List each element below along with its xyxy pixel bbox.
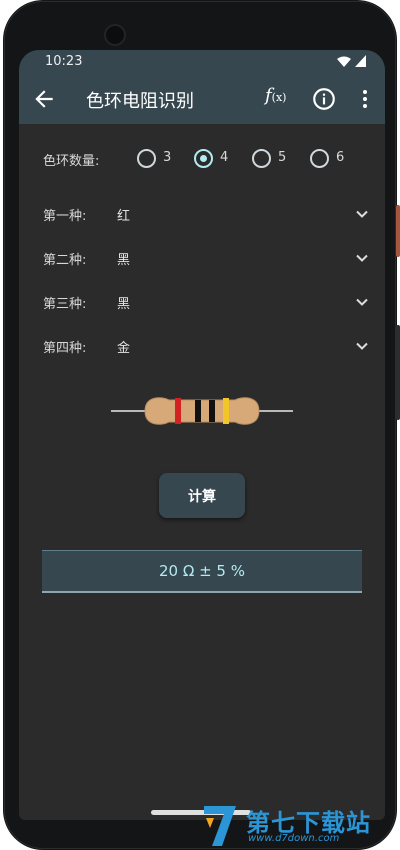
formula-icon-x: (x) [271,91,287,104]
result-text: 20 Ω ± 5 % [159,562,245,580]
resistor-band-2 [195,400,201,422]
screen: 10:23 色环电阻识别 f(x) 色环数量: 3 4 5 6 第一种: 红 第… [19,50,385,820]
result-box: 20 Ω ± 5 % [42,550,362,593]
radio-circle[interactable] [137,149,156,168]
app-bar: 10:23 色环电阻识别 f(x) [19,50,385,124]
band-count-row: 色环数量: 3 4 5 6 [43,148,375,170]
radio-circle[interactable] [252,149,271,168]
band-count-label: 色环数量: [43,154,100,169]
resistor-illustration [111,397,293,425]
resistor-band-1 [175,398,181,424]
volume-button [396,325,400,420]
band-2-label: 第二种: [43,253,87,268]
band-4-label: 第四种: [43,341,87,356]
resistor-band-3 [209,400,215,422]
band-2-value: 黑 [117,253,131,268]
band-1-dropdown[interactable]: 第一种: 红 [43,202,371,226]
chevron-down-icon[interactable] [355,251,369,265]
phone-frame: 10:23 色环电阻识别 f(x) 色环数量: 3 4 5 6 第一种: 红 第… [3,0,400,850]
watermark-logo [204,806,236,846]
band-4-value: 金 [117,341,131,356]
formula-icon-f: f [265,85,272,106]
info-icon[interactable] [311,86,337,112]
band-1-value: 红 [117,209,131,224]
band-3-dropdown[interactable]: 第三种: 黑 [43,290,371,314]
radio-label: 5 [278,150,287,165]
watermark-url: www.d7down.com [248,833,340,844]
radio-label: 3 [163,150,172,165]
page-title: 色环电阻识别 [86,91,194,112]
resistor-body [144,397,260,425]
radio-label: 4 [220,150,229,165]
toolbar: 色环电阻识别 f(x) [19,74,385,124]
radio-circle[interactable] [310,149,329,168]
band-4-dropdown[interactable]: 第四种: 金 [43,334,371,358]
band-1-label: 第一种: [43,209,87,224]
more-vert-icon[interactable] [353,87,377,111]
chevron-down-icon[interactable] [355,295,369,309]
formula-icon[interactable]: f(x) [265,85,293,113]
chevron-down-icon[interactable] [355,339,369,353]
chevron-down-icon[interactable] [355,207,369,221]
status-time: 10:23 [45,54,83,69]
band-3-value: 黑 [117,297,131,312]
band-2-dropdown[interactable]: 第二种: 黑 [43,246,371,270]
resistor-band-4 [223,398,229,424]
watermark: 第七下载站 www.d7down.com [200,800,396,848]
wifi-icon [337,56,351,67]
main-content: 色环数量: 3 4 5 6 第一种: 红 第二种: 黑 第三种: 黑 第四种: … [19,124,385,820]
calculate-button[interactable]: 计算 [159,473,245,518]
power-button [396,205,400,257]
status-bar: 10:23 [19,50,385,74]
radio-label: 6 [336,150,345,165]
back-arrow-icon[interactable] [31,86,57,112]
band-3-label: 第三种: [43,297,87,312]
signal-icon [355,55,366,67]
front-camera [104,24,126,46]
radio-dot [200,155,207,162]
radio-circle-checked[interactable] [194,149,213,168]
